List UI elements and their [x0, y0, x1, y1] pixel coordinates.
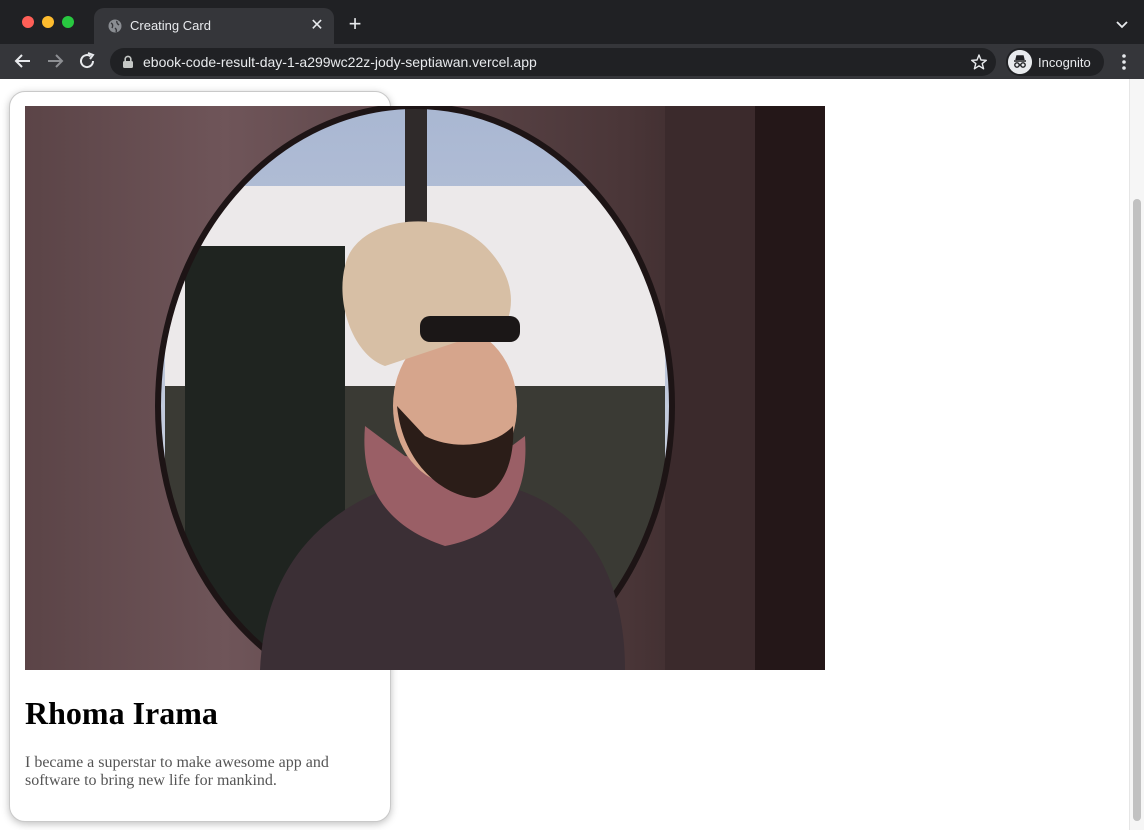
- tab-title: Creating Card: [130, 18, 211, 33]
- incognito-label: Incognito: [1038, 55, 1091, 70]
- address-bar[interactable]: ebook-code-result-day-1-a299wc22z-jody-s…: [110, 48, 996, 76]
- globe-icon: [108, 19, 122, 33]
- new-tab-icon[interactable]: +: [344, 13, 366, 35]
- url-text[interactable]: ebook-code-result-day-1-a299wc22z-jody-s…: [143, 54, 537, 70]
- reload-icon[interactable]: [76, 50, 98, 72]
- zoom-window-button[interactable]: [62, 16, 74, 28]
- arrow-right-icon[interactable]: [44, 50, 66, 72]
- page-viewport: Rhoma Irama I became a superstar to make…: [0, 79, 1144, 830]
- card-title: Rhoma Irama: [25, 695, 218, 731]
- minimize-window-button[interactable]: [42, 16, 54, 28]
- chevron-down-icon[interactable]: [1112, 14, 1132, 34]
- tab-active[interactable]: Creating Card ✕: [94, 8, 334, 44]
- scrollbar-thumb[interactable]: [1133, 199, 1141, 821]
- close-tab-icon[interactable]: ✕: [308, 17, 326, 35]
- star-icon[interactable]: [970, 53, 988, 71]
- incognito-profile-button[interactable]: Incognito: [1006, 48, 1104, 76]
- close-window-button[interactable]: [22, 16, 34, 28]
- arrow-left-icon[interactable]: [12, 50, 34, 72]
- kebab-menu-icon[interactable]: [1116, 52, 1132, 72]
- tab-strip: Creating Card ✕ +: [0, 0, 1144, 44]
- scrollbar[interactable]: [1129, 79, 1144, 830]
- card-description: I became a superstar to make awesome app…: [25, 754, 329, 789]
- browser-toolbar: ebook-code-result-day-1-a299wc22z-jody-s…: [0, 44, 1144, 79]
- lock-icon[interactable]: [122, 55, 134, 69]
- incognito-icon: [1008, 50, 1032, 74]
- card-photo: [25, 106, 825, 670]
